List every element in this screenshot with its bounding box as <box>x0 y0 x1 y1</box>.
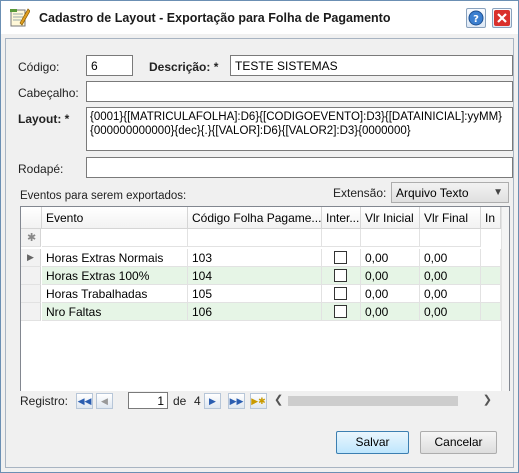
dialog-window: Cadastro de Layout - Exportação para Fol… <box>0 0 519 473</box>
notepad-pencil-icon <box>10 8 30 27</box>
table-row-codigo[interactable]: 106 <box>188 303 322 321</box>
row-selector[interactable]: ▶ <box>21 249 41 267</box>
chevron-down-icon: ▼ <box>493 187 503 198</box>
layout-field[interactable]: {0001}{[MATRICULAFOLHA]:D6}{[CODIGOEVENT… <box>86 107 513 151</box>
row-selector[interactable] <box>21 285 41 303</box>
table-row-inter[interactable] <box>322 285 361 303</box>
eventos-grid: Evento Código Folha Pagame... Inter... V… <box>20 206 510 394</box>
col-header-vlr-final[interactable]: Vlr Final <box>420 207 481 229</box>
prev-record-button[interactable]: ◀ <box>96 393 113 409</box>
cabecalho-label: Cabeçalho: <box>18 86 79 100</box>
table-row-codigo[interactable]: 105 <box>188 285 322 303</box>
eventos-label: Eventos para serem exportados: <box>20 190 187 202</box>
record-number-input[interactable]: 1 <box>128 392 168 409</box>
col-header-evento[interactable]: Evento <box>42 207 188 229</box>
registro-label: Registro: <box>20 394 69 408</box>
next-icon: ▶ <box>209 396 216 406</box>
prev-icon: ◀ <box>101 396 108 406</box>
window-title: Cadastro de Layout - Exportação para Fol… <box>39 11 391 25</box>
table-row-vlr-final[interactable]: 0,00 <box>420 249 481 267</box>
new-row-codigo[interactable] <box>188 229 322 247</box>
table-row-vlr-inicial[interactable]: 0,00 <box>361 285 420 303</box>
table-row-vlr-final[interactable]: 0,00 <box>420 303 481 321</box>
table-row-vlr-inicial[interactable]: 0,00 <box>361 267 420 285</box>
last-icon: ▶▶ <box>229 396 244 406</box>
table-row-vlr-inicial[interactable]: 0,00 <box>361 303 420 321</box>
form-panel: Código: 6 Descrição: * TESTE SISTEMAS Ca… <box>5 38 514 468</box>
new-record-icon: ▶✱ <box>251 396 266 406</box>
extensao-value: Arquivo Texto <box>396 186 469 200</box>
table-row-codigo[interactable]: 104 <box>188 267 322 285</box>
svg-text:?: ? <box>473 14 479 25</box>
new-row-inter[interactable] <box>322 229 361 247</box>
layout-label: Layout: * <box>18 112 70 126</box>
inter-checkbox[interactable] <box>334 269 347 282</box>
cancel-button[interactable]: Cancelar <box>420 431 497 454</box>
table-row-in[interactable] <box>481 267 501 285</box>
first-icon: ◀◀ <box>77 396 92 406</box>
rodape-field[interactable] <box>86 157 513 178</box>
save-button[interactable]: Salvar <box>336 431 409 454</box>
first-record-button[interactable]: ◀◀ <box>76 393 93 409</box>
col-header-codigo[interactable]: Código Folha Pagame... <box>188 207 322 229</box>
extensao-select[interactable]: Arquivo Texto ▼ <box>391 182 509 203</box>
table-row-evento[interactable]: Horas Extras Normais <box>42 249 188 267</box>
col-header-vlr-inicial[interactable]: Vlr Inicial <box>361 207 420 229</box>
help-icon: ? <box>468 10 484 26</box>
close-button[interactable] <box>492 8 512 28</box>
descricao-label: Descrição: * <box>149 60 219 74</box>
row-selector[interactable] <box>21 303 41 321</box>
inter-checkbox[interactable] <box>334 287 347 300</box>
new-row-inicial[interactable] <box>361 229 420 247</box>
de-label: de <box>173 394 187 408</box>
horizontal-scrollbar[interactable]: ❮ ❯ <box>272 393 492 409</box>
vertical-scrollbar[interactable] <box>501 207 509 393</box>
scroll-thumb[interactable] <box>288 396 458 406</box>
help-button[interactable]: ? <box>466 8 486 28</box>
cabecalho-field[interactable] <box>86 81 513 102</box>
close-icon <box>494 10 510 26</box>
new-row-marker[interactable]: ✱ <box>21 229 41 247</box>
table-row-in[interactable] <box>481 249 501 267</box>
record-navigator: Registro: ◀◀ ◀ 1 de 4 ▶ ▶▶ ▶✱ ❮ ❯ <box>20 391 510 411</box>
table-row-in[interactable] <box>481 285 501 303</box>
table-row-vlr-final[interactable]: 0,00 <box>420 267 481 285</box>
table-row-inter[interactable] <box>322 303 361 321</box>
codigo-label: Código: <box>18 60 60 74</box>
rodape-label: Rodapé: <box>18 162 64 176</box>
table-row-inter[interactable] <box>322 267 361 285</box>
table-row-codigo[interactable]: 103 <box>188 249 322 267</box>
scroll-right-icon[interactable]: ❯ <box>483 393 492 406</box>
extensao-label: Extensão: <box>333 186 387 200</box>
title-bar: Cadastro de Layout - Exportação para Fol… <box>1 1 518 34</box>
inter-checkbox[interactable] <box>334 305 347 318</box>
col-header-inter[interactable]: Inter... <box>322 207 361 229</box>
asterisk-icon: ✱ <box>27 232 37 244</box>
new-row-final[interactable] <box>420 229 481 247</box>
new-record-button[interactable]: ▶✱ <box>250 393 267 409</box>
table-row-inter[interactable] <box>322 249 361 267</box>
table-row-evento[interactable]: Nro Faltas <box>42 303 188 321</box>
last-record-button[interactable]: ▶▶ <box>228 393 245 409</box>
next-record-button[interactable]: ▶ <box>204 393 221 409</box>
row-selector[interactable] <box>21 267 41 285</box>
table-row-vlr-inicial[interactable]: 0,00 <box>361 249 420 267</box>
row-header-corner <box>21 207 42 229</box>
table-row-in[interactable] <box>481 303 501 321</box>
new-row-evento[interactable] <box>42 229 188 247</box>
codigo-field[interactable]: 6 <box>86 55 133 76</box>
row-pointer-icon: ▶ <box>27 252 34 262</box>
scroll-left-icon[interactable]: ❮ <box>274 393 283 406</box>
total-records: 4 <box>194 394 201 408</box>
descricao-field[interactable]: TESTE SISTEMAS <box>230 55 513 76</box>
inter-checkbox[interactable] <box>334 251 347 264</box>
table-row-vlr-final[interactable]: 0,00 <box>420 285 481 303</box>
table-row-evento[interactable]: Horas Extras 100% <box>42 267 188 285</box>
table-row-evento[interactable]: Horas Trabalhadas <box>42 285 188 303</box>
col-header-in[interactable]: In <box>481 207 501 229</box>
